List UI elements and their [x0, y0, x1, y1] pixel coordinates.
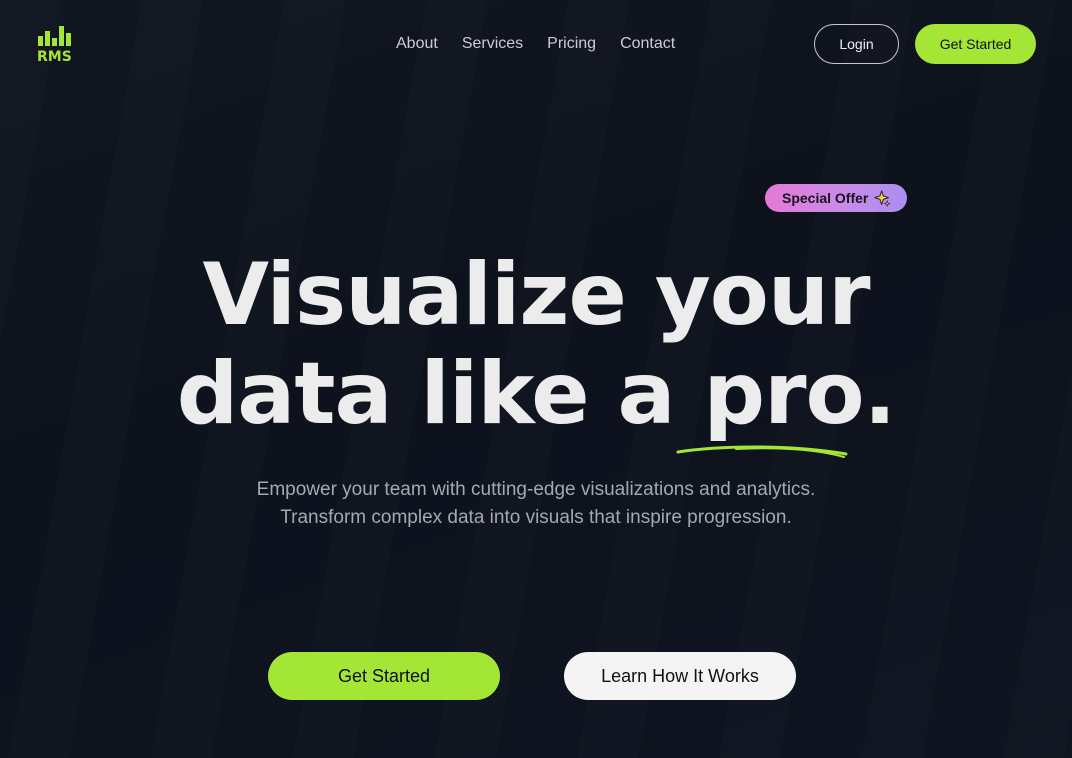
- nav-services[interactable]: Services: [462, 35, 523, 53]
- nav-about[interactable]: About: [396, 35, 438, 53]
- main-nav: About Services Pricing Contact: [396, 35, 699, 53]
- nav-contact[interactable]: Contact: [620, 35, 675, 53]
- get-started-button[interactable]: Get Started: [268, 652, 500, 700]
- hero-subtitle-line2: Transform complex data into visuals that…: [280, 507, 792, 528]
- sparkle-icon: [874, 189, 892, 207]
- login-button[interactable]: Login: [814, 24, 899, 64]
- learn-how-it-works-button[interactable]: Learn How It Works: [564, 652, 796, 700]
- hero-headline-line2: data like a pro.: [176, 344, 897, 444]
- underline-scribble: [676, 445, 848, 458]
- svg-text:RMS: RMS: [37, 49, 72, 62]
- hero-subtitle-line1: Empower your team with cutting-edge visu…: [256, 479, 816, 500]
- logo-icon: RMS: [37, 26, 72, 62]
- nav-pricing[interactable]: Pricing: [547, 35, 596, 53]
- hero-headline-line1: Visualize your: [202, 245, 870, 345]
- special-offer-badge: Special Offer: [765, 184, 908, 212]
- badge-label: Special Offer: [782, 190, 869, 206]
- header-get-started-button[interactable]: Get Started: [915, 24, 1036, 64]
